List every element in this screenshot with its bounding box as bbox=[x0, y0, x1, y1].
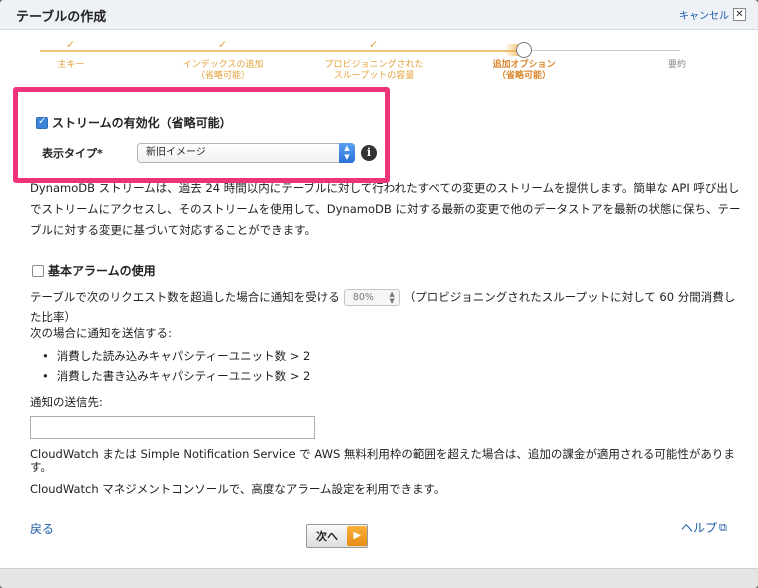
basic-alarm-label[interactable]: 基本アラームの使用 bbox=[48, 262, 156, 279]
wizard-steps: ✓ ✓ ✓ 主キー インデックスの追加 （省略可能） プロビジョニングされた ス… bbox=[0, 36, 758, 88]
help-label: ヘルプ bbox=[681, 521, 718, 535]
stream-enable-checkbox[interactable] bbox=[36, 116, 48, 129]
close-icon[interactable]: ✕ bbox=[733, 8, 746, 21]
step-check-icon: ✓ bbox=[369, 38, 379, 51]
alarm-threshold-line: テーブルで次のリクエスト数を超過した場合に通知を受ける 80% ▲ ▼ （プロビジョニン… bbox=[30, 287, 745, 327]
step-additional-options: 追加オプション （省略可能） bbox=[492, 60, 556, 81]
select-chevron-icon: ▲ ▼ bbox=[339, 143, 355, 163]
dialog-bottom-bar bbox=[0, 568, 758, 588]
basic-alarm-row[interactable]: 基本アラームの使用 bbox=[32, 262, 156, 279]
cost-note: CloudWatch または Simple Notification Servi… bbox=[30, 447, 735, 474]
play-arrow-icon: ▶ bbox=[347, 526, 367, 546]
back-link[interactable]: 戻る bbox=[30, 520, 54, 537]
stream-enable-row[interactable]: ストリームの有効化（省略可能） bbox=[36, 114, 232, 131]
threshold-prefix: テーブルで次のリクエスト数を超過した場合に通知を受ける bbox=[30, 290, 340, 304]
step-provisioned-throughput: プロビジョニングされた スループットの容量 bbox=[324, 60, 424, 81]
wizard-track-done bbox=[40, 50, 518, 52]
step-check-icon: ✓ bbox=[218, 38, 228, 51]
destination-label: 通知の送信先: bbox=[30, 395, 103, 409]
stream-description: DynamoDB ストリームは、過去 24 時間以内にテーブルに対して行われたす… bbox=[30, 181, 741, 237]
step-check-icon: ✓ bbox=[66, 38, 76, 51]
next-button-label: 次へ bbox=[316, 530, 338, 543]
step-primary-key: 主キー bbox=[57, 60, 85, 70]
threshold-value: 80% bbox=[352, 292, 374, 303]
info-icon[interactable]: i bbox=[361, 145, 377, 161]
notify-heading: 次の場合に通知を送信する: bbox=[30, 326, 172, 340]
stepper-icon: ▲ ▼ bbox=[389, 290, 395, 305]
cancel-link[interactable]: キャンセル bbox=[679, 7, 729, 22]
dialog-title: テーブルの作成 bbox=[16, 10, 107, 25]
view-type-value: 新旧イメージ bbox=[146, 147, 206, 158]
view-type-label: 表示タイプ* bbox=[42, 147, 103, 160]
step-add-index: インデックスの追加 （省略可能） bbox=[182, 60, 264, 81]
dialog-titlebar: テーブルの作成 キャンセル ✕ bbox=[0, 0, 758, 30]
view-type-select[interactable]: 新旧イメージ ▲ ▼ bbox=[137, 143, 355, 163]
alarm-condition-write: 消費した書き込みキャパシティーユニット数 > 2 bbox=[56, 366, 311, 386]
console-note: CloudWatch マネジメントコンソールで、高度なアラーム設定を利用できます… bbox=[30, 482, 446, 496]
cancel-control: キャンセル ✕ bbox=[679, 7, 746, 22]
alarm-conditions-list: 消費した読み込みキャパシティーユニット数 > 2 消費した書き込みキャパシティー… bbox=[56, 346, 311, 386]
create-table-dialog: テーブルの作成 キャンセル ✕ ✓ ✓ ✓ 主キー インデックスの追加 （省略可… bbox=[0, 0, 758, 588]
external-link-icon: ⧉ bbox=[719, 520, 727, 534]
help-link[interactable]: ヘルプ ⧉ bbox=[681, 519, 727, 536]
alarm-condition-read: 消費した読み込みキャパシティーユニット数 > 2 bbox=[56, 346, 311, 366]
threshold-select[interactable]: 80% ▲ ▼ bbox=[343, 289, 400, 306]
wizard-track-todo bbox=[524, 50, 680, 51]
destination-input[interactable] bbox=[30, 416, 315, 439]
stream-highlight-box: ストリームの有効化（省略可能） 表示タイプ* 新旧イメージ ▲▼ i bbox=[13, 87, 390, 183]
stream-enable-label[interactable]: ストリームの有効化（省略可能） bbox=[52, 114, 232, 131]
view-type-row: 表示タイプ* 新旧イメージ ▲ ▼ i bbox=[42, 143, 377, 163]
basic-alarm-checkbox[interactable] bbox=[32, 264, 44, 277]
current-step-marker bbox=[516, 42, 532, 58]
next-button[interactable]: 次へ ▶ bbox=[306, 524, 368, 548]
step-summary: 要約 bbox=[667, 60, 686, 70]
